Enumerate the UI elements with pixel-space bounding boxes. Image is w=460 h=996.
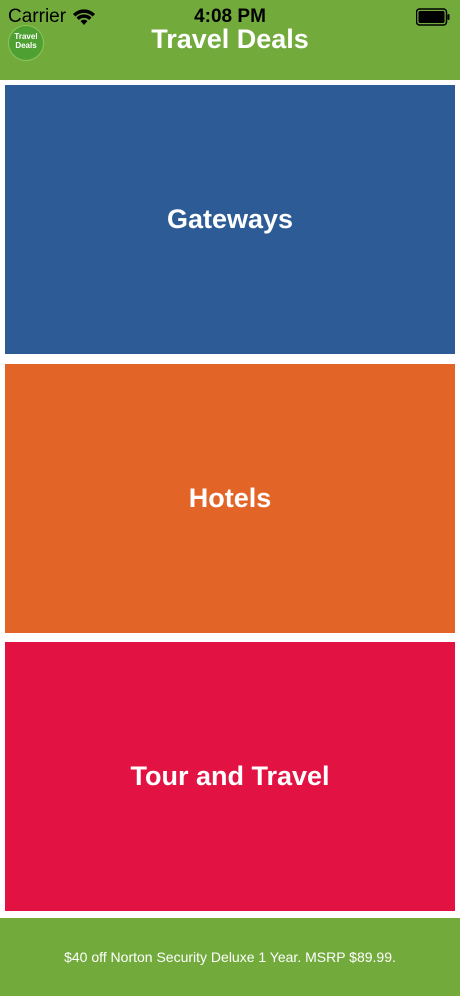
category-label-hotels: Hotels: [188, 483, 272, 513]
page-title: Travel Deals: [151, 24, 309, 54]
category-tile-tour-and-travel[interactable]: Tour and Travel: [5, 642, 455, 911]
app-header: Carrier 4:08 PM Travel Deals Travel Deal…: [0, 0, 460, 80]
category-tile-hotels[interactable]: Hotels: [5, 364, 455, 633]
category-tile-gateways[interactable]: Gateways: [5, 85, 455, 354]
category-label-tour-and-travel: Tour and Travel: [130, 761, 330, 791]
category-label-gateways: Gateways: [166, 204, 294, 234]
ad-banner-text: $40 off Norton Security Deluxe 1 Year. M…: [64, 949, 396, 965]
ad-banner[interactable]: $40 off Norton Security Deluxe 1 Year. M…: [0, 918, 460, 996]
